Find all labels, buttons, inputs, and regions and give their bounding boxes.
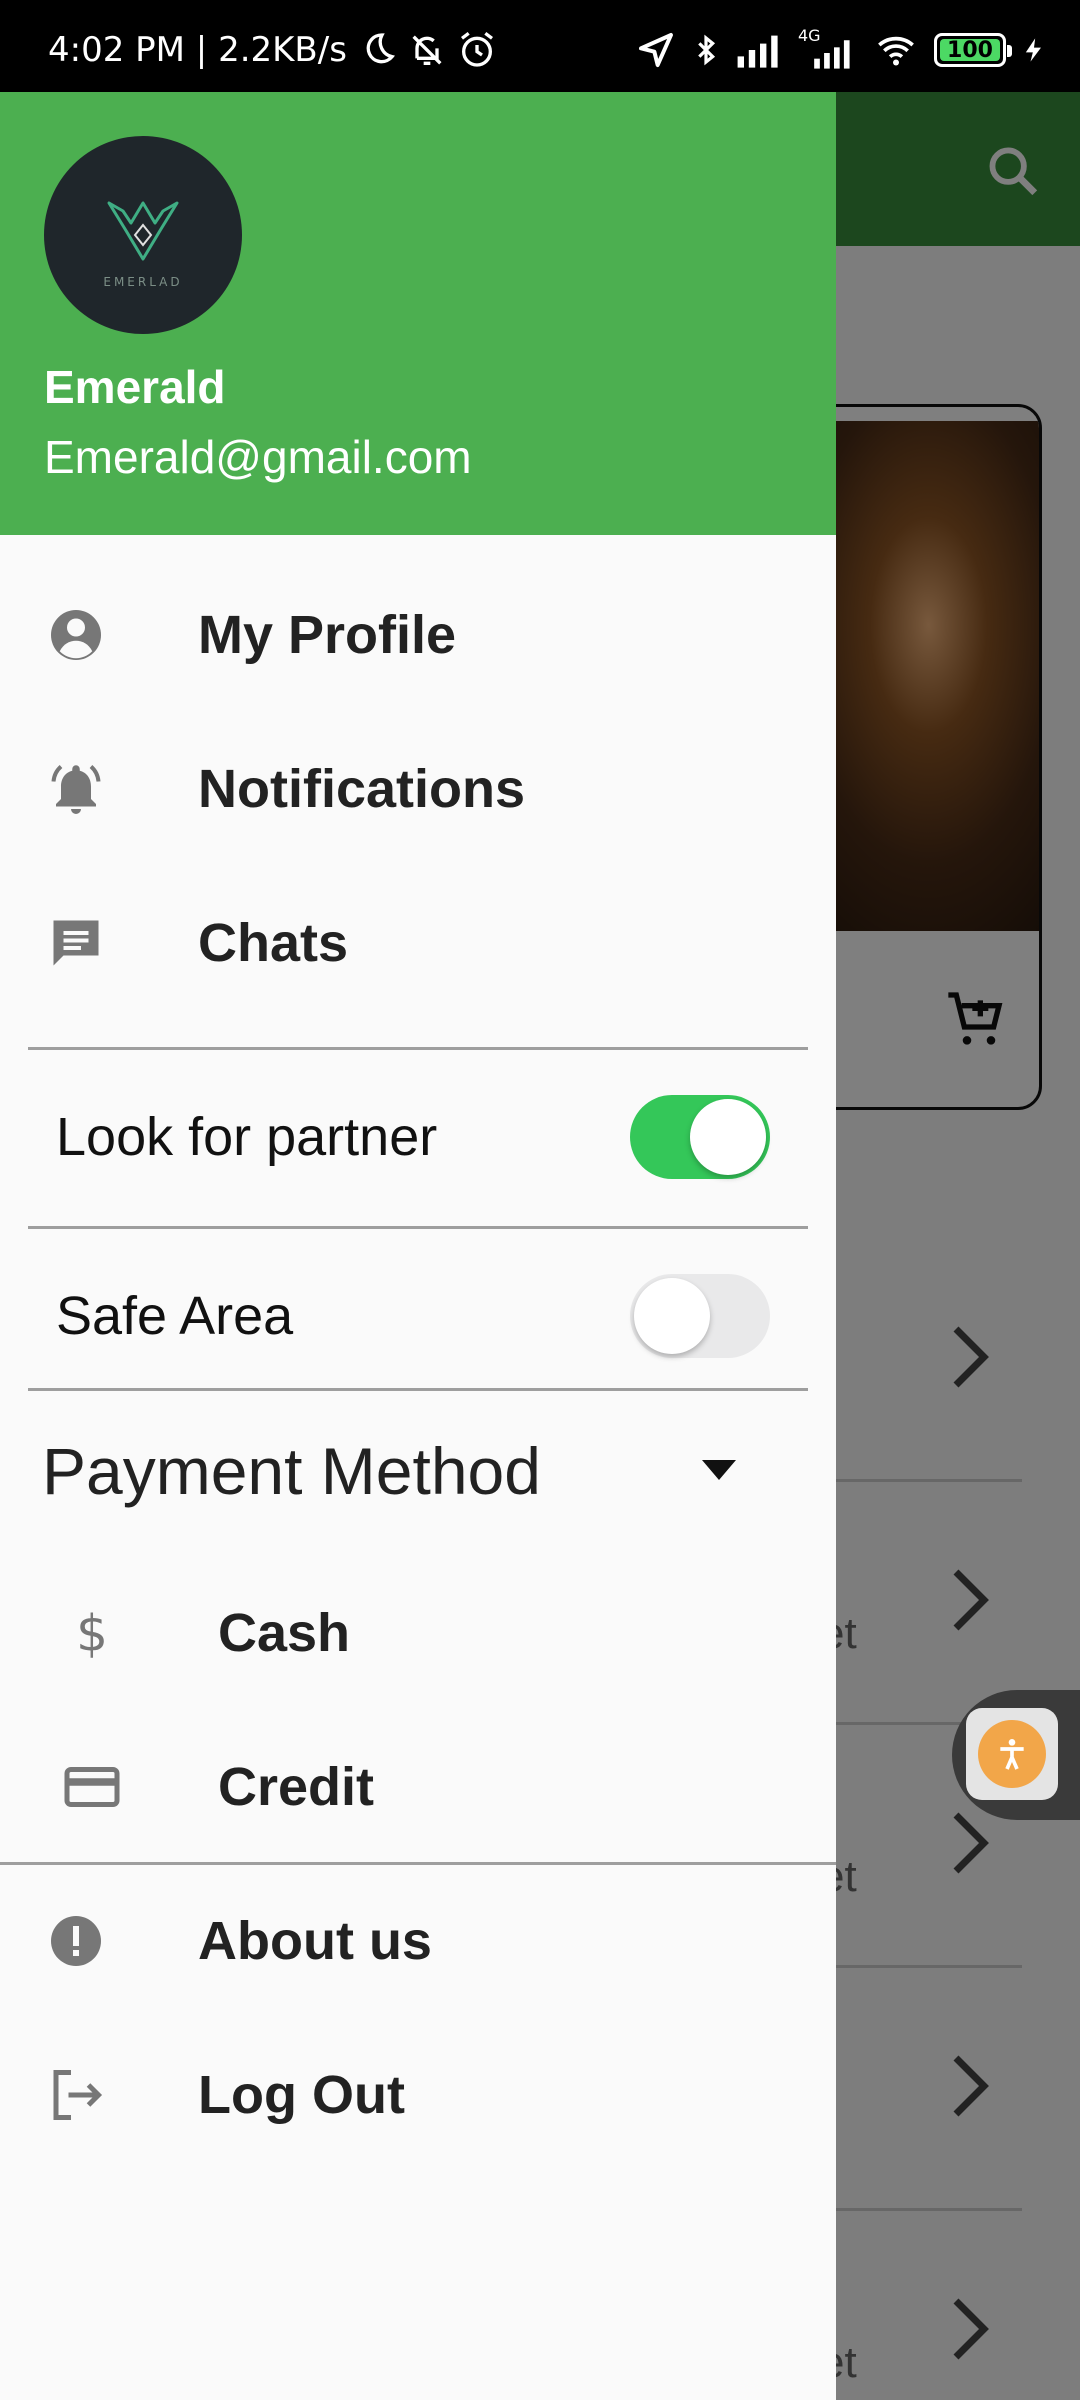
accessibility-floating-button[interactable] [952,1690,1080,1820]
chat-icon [46,913,106,973]
dollar-icon: $ [62,1603,122,1663]
status-left: 4:02 PM | 2.2KB/s [48,30,497,70]
payment-method-label: Payment Method [42,1434,541,1508]
menu-item-about-us[interactable]: About us [0,1864,836,2018]
divider [28,1388,808,1391]
signal-icon [737,35,778,68]
signal-4g-icon: 4G [798,26,858,70]
accessibility-button-frame [966,1708,1058,1800]
bluetooth-icon [698,34,716,66]
emerald-logo-icon [107,201,179,261]
battery-icon: 100 [934,33,1012,67]
user-name: Emerald [44,361,226,413]
battery-level: 100 [947,37,993,63]
toggle-row-look-for-partner: Look for partner [0,1050,836,1224]
bell-off-icon [412,35,442,65]
location-arrow-icon [639,33,673,67]
payment-method-expander[interactable]: Payment Method [0,1396,836,1546]
menu-item-log-out[interactable]: Log Out [0,2018,836,2172]
payment-option-label: Credit [218,1757,375,1817]
menu-item-label: Log Out [198,2065,405,2125]
wifi-icon [878,36,914,66]
alarm-icon [460,32,493,67]
status-bar: 4:02 PM | 2.2KB/s 4G 100 [0,0,1080,92]
menu-item-label: About us [198,1911,432,1971]
payment-option-label: Cash [218,1603,351,1663]
charging-icon [1025,38,1041,62]
logo-text: EMERLAD [103,275,183,289]
menu-item-label: Notifications [198,759,526,819]
payment-option-cash[interactable]: $ Cash [0,1556,836,1710]
switch-knob [690,1099,766,1175]
status-time: 4:02 PM | 2.2KB/s [48,30,347,70]
credit-card-icon [62,1757,122,1817]
safe-area-switch[interactable] [630,1274,770,1358]
payment-option-credit[interactable]: Credit [0,1710,836,1864]
toggle-label: Look for partner [56,1107,438,1167]
avatar[interactable]: EMERLAD [44,136,242,334]
account-circle-icon [46,605,106,665]
notification-bell-icon [46,759,106,819]
info-icon [46,1911,106,1971]
toggle-row-safe-area: Safe Area [0,1229,836,1403]
logout-icon [46,2065,106,2125]
menu-item-notifications[interactable]: Notifications [0,712,836,866]
status-right: 4G 100 [636,26,1048,70]
look-for-partner-switch[interactable] [630,1095,770,1179]
toggle-label: Safe Area [56,1286,294,1346]
caret-down-icon [702,1460,736,1480]
drawer-header: EMERLAD Emerald Emerald@gmail.com [0,92,836,535]
switch-knob [634,1278,710,1354]
user-email: Emerald@gmail.com [44,431,472,483]
menu-item-label: My Profile [198,605,457,665]
menu-item-my-profile[interactable]: My Profile [0,558,836,712]
moon-icon [366,33,395,64]
menu-item-chats[interactable]: Chats [0,866,836,1020]
svg-text:$: $ [76,1605,108,1663]
menu-item-label: Chats [198,913,349,973]
accessibility-icon [978,1720,1046,1788]
navigation-drawer: EMERLAD Emerald Emerald@gmail.com My Pro… [0,92,836,2400]
